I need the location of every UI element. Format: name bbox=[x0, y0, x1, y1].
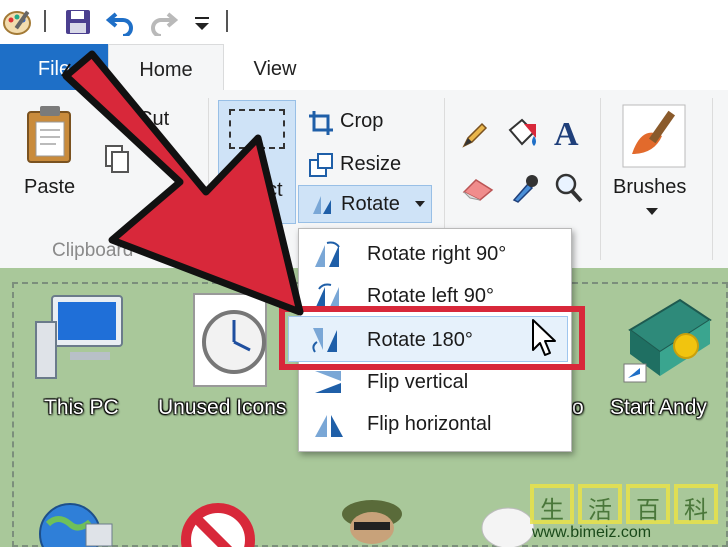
crop-button[interactable]: Crop bbox=[340, 110, 383, 133]
watermark-glyph: 百 bbox=[626, 484, 670, 524]
watermark-glyph: 活 bbox=[578, 484, 622, 524]
eraser-icon[interactable] bbox=[462, 176, 494, 202]
fill-bucket-icon[interactable] bbox=[504, 116, 540, 150]
menu-item-flip-horizontal[interactable]: Flip horizontal bbox=[299, 403, 571, 445]
redo-icon[interactable] bbox=[148, 8, 178, 36]
color-picker-icon[interactable] bbox=[510, 172, 540, 204]
desktop-icon-label: This PC bbox=[44, 396, 119, 419]
brushes-icon[interactable] bbox=[622, 104, 686, 168]
flip-horizontal-icon bbox=[315, 415, 343, 437]
watermark-glyph: 科 bbox=[674, 484, 718, 524]
watermark-url: www.bimeiz.com bbox=[532, 524, 652, 541]
title-bar bbox=[0, 0, 728, 45]
paint-app-icon[interactable] bbox=[2, 6, 36, 38]
andy-icon[interactable] bbox=[620, 290, 716, 384]
group-separator bbox=[712, 98, 713, 260]
watermark: 生 活 百 科 www.bimeiz.com bbox=[526, 484, 722, 542]
undo-icon[interactable] bbox=[106, 8, 136, 36]
menu-item-label: Flip vertical bbox=[367, 371, 469, 393]
flip-vertical-icon bbox=[315, 371, 341, 393]
mouse-cursor-icon bbox=[532, 319, 556, 356]
soldier-icon[interactable] bbox=[330, 494, 414, 547]
menu-item-label: Rotate left 90° bbox=[367, 285, 494, 307]
desktop-icon-label: o bbox=[572, 396, 584, 419]
text-tool-icon[interactable]: A bbox=[554, 116, 579, 154]
brushes-button-label[interactable]: Brushes bbox=[613, 176, 686, 199]
customize-quick-access-icon[interactable] bbox=[192, 14, 212, 32]
chevron-down-icon[interactable] bbox=[646, 208, 658, 216]
menu-item-rotate-right-90[interactable]: Rotate right 90° bbox=[299, 233, 571, 275]
watermark-glyph: 生 bbox=[530, 484, 574, 524]
rotate-button-label: Rotate bbox=[341, 193, 400, 215]
pencil-icon[interactable] bbox=[460, 120, 490, 150]
pointer-arrow-annotation bbox=[61, 50, 304, 316]
menu-item-label: Flip horizontal bbox=[367, 413, 492, 435]
prohibited-icon[interactable] bbox=[178, 500, 258, 547]
save-icon[interactable] bbox=[64, 8, 92, 36]
menu-item-label: Rotate right 90° bbox=[367, 243, 507, 265]
globe-icon[interactable] bbox=[34, 494, 114, 547]
group-separator bbox=[600, 98, 601, 260]
desktop-icon-label: Start Andy bbox=[610, 396, 707, 419]
resize-button[interactable]: Resize bbox=[340, 153, 401, 176]
magnifier-icon[interactable] bbox=[554, 172, 584, 204]
desktop-icon-label: Unused Icons bbox=[158, 396, 287, 419]
quick-access-separator bbox=[44, 10, 46, 32]
chevron-down-icon bbox=[415, 201, 425, 207]
quick-access-separator bbox=[226, 10, 228, 32]
